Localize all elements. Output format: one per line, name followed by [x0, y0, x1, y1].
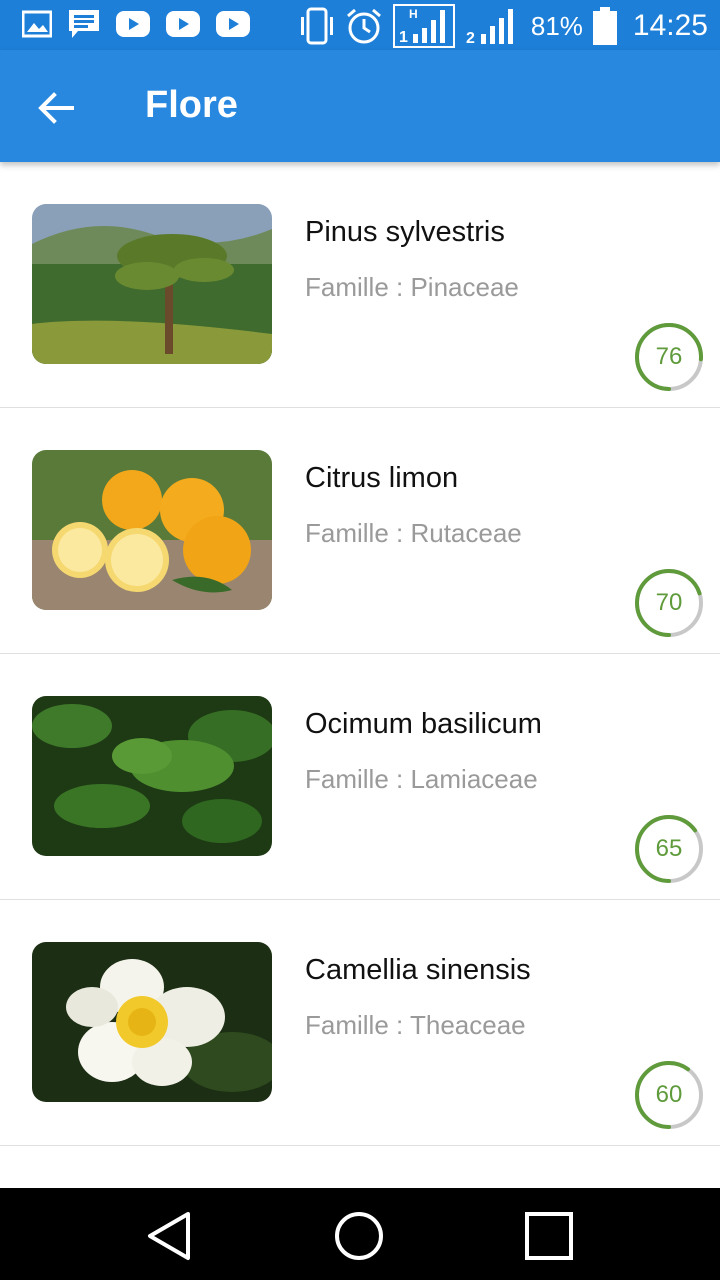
vibrate-icon: [300, 7, 333, 45]
battery-icon: [592, 7, 617, 45]
alarm-icon: [346, 8, 381, 44]
plant-thumbnail: [32, 204, 272, 364]
signal-h-1-icon: H1: [392, 4, 455, 48]
plant-thumbnail: [32, 942, 272, 1102]
plant-name: Citrus limon: [305, 462, 459, 494]
recents-square-icon: [525, 1212, 573, 1260]
plant-family: Famille : Rutaceae: [305, 518, 522, 548]
list-item[interactable]: Ocimum basilicum Famille : Lamiaceae 65: [0, 654, 720, 900]
svg-text:H: H: [409, 7, 418, 21]
list-item[interactable]: Camellia sinensis Famille : Theaceae 60: [0, 900, 720, 1146]
nav-home-button[interactable]: [329, 1206, 389, 1266]
nav-recents-button[interactable]: [519, 1206, 579, 1266]
score-value: 76: [655, 343, 683, 370]
score-value: 60: [655, 1081, 683, 1108]
svg-text:1: 1: [399, 29, 408, 46]
notification-icons: [22, 9, 250, 39]
score-value: 65: [655, 835, 683, 862]
plant-name: Pinus sylvestris: [305, 216, 505, 248]
plant-list: Pinus sylvestris Famille : Pinaceae 76 C…: [0, 162, 720, 1146]
score-ring: 60: [632, 1058, 706, 1132]
score-ring: 70: [632, 566, 706, 640]
list-item[interactable]: Citrus limon Famille : Rutaceae 70: [0, 408, 720, 654]
status-bar: H1 2 81% 14:25: [0, 0, 720, 50]
score-ring: 65: [632, 812, 706, 886]
score-ring: 76: [632, 320, 706, 394]
arrow-back-icon: [38, 92, 74, 124]
plant-name: Camellia sinensis: [305, 954, 531, 986]
plant-family: Famille : Lamiaceae: [305, 764, 538, 794]
signal-2-icon: 2: [466, 9, 513, 46]
score-value: 70: [655, 589, 683, 616]
home-circle-icon: [335, 1212, 383, 1260]
page-title: Flore: [145, 84, 238, 126]
back-triangle-icon: [148, 1212, 190, 1260]
youtube-icon: [166, 11, 200, 37]
svg-text:2: 2: [466, 30, 475, 46]
youtube-icon: [116, 11, 150, 37]
youtube-icon: [216, 11, 250, 37]
battery-percent: 81%: [530, 10, 583, 41]
back-button[interactable]: [32, 84, 80, 132]
message-icon: [69, 10, 99, 38]
list-item[interactable]: Pinus sylvestris Famille : Pinaceae 76: [0, 162, 720, 408]
image-icon: [22, 10, 52, 38]
clock: 14:25: [632, 9, 708, 42]
system-icons: H1 2 81% 14:25: [299, 4, 708, 48]
app-bar: Flore: [0, 50, 720, 162]
navigation-bar: [0, 1188, 720, 1280]
plant-family: Famille : Pinaceae: [305, 272, 519, 302]
plant-thumbnail: [32, 450, 272, 610]
nav-back-button[interactable]: [140, 1206, 200, 1266]
plant-name: Ocimum basilicum: [305, 708, 542, 740]
plant-thumbnail: [32, 696, 272, 856]
plant-family: Famille : Theaceae: [305, 1010, 526, 1040]
